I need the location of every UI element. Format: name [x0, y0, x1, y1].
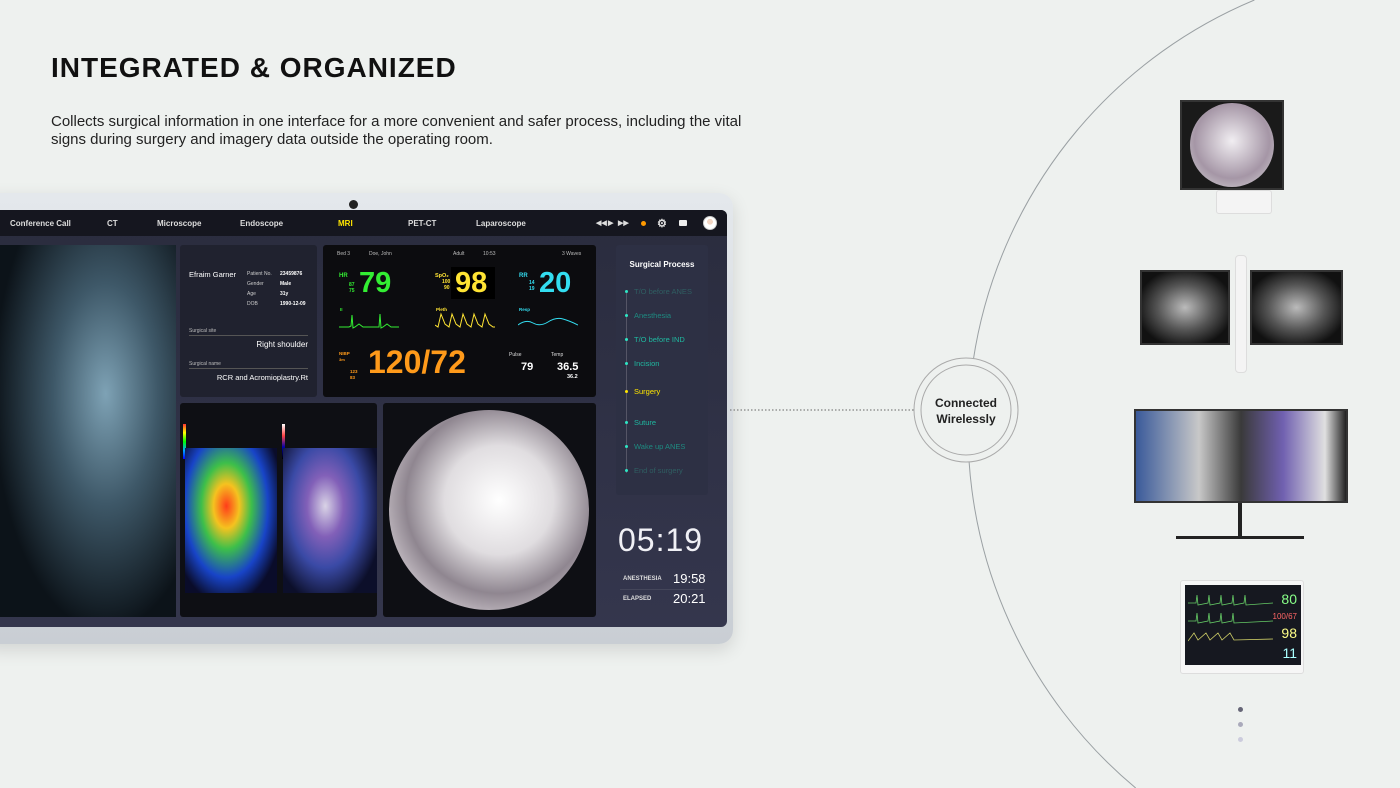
endoscope-display	[1180, 100, 1284, 190]
connection-label: Connected Wirelessly	[934, 396, 997, 426]
pm-rr: 11	[1282, 645, 1297, 661]
pagination-dot[interactable]	[1238, 737, 1243, 742]
endoscope-display-image	[1190, 103, 1274, 187]
pagination-dot[interactable]	[1238, 722, 1243, 727]
monitor-waveforms	[1188, 594, 1273, 642]
pagination-dot-active[interactable]	[1238, 707, 1243, 712]
pm-spo2: 98	[1281, 625, 1297, 641]
pm-hr: 80	[1281, 591, 1297, 607]
monitor-stand	[1216, 190, 1272, 214]
patient-monitor: 80 100/67 98 11	[1180, 580, 1304, 674]
xray-pole	[1235, 255, 1247, 373]
monitor-stand	[1238, 503, 1242, 536]
xray-display-left	[1140, 270, 1230, 345]
mri-display	[1134, 409, 1348, 503]
patient-monitor-screen: 80 100/67 98 11	[1185, 585, 1301, 665]
monitor-base	[1176, 536, 1304, 539]
pm-nibp: 100/67	[1272, 612, 1297, 621]
xray-display-right	[1250, 270, 1343, 345]
